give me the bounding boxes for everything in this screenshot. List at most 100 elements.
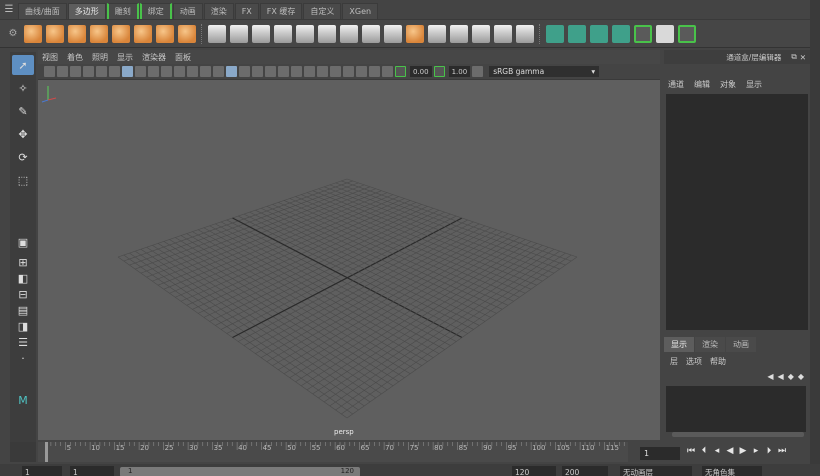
tab-xgen[interactable]: XGen (342, 3, 379, 19)
safe-title-icon[interactable] (200, 66, 211, 77)
menu-layers[interactable]: 层 (670, 356, 678, 367)
tab-fx[interactable]: FX (234, 3, 259, 19)
scale-tool-icon[interactable]: ⬚ (12, 170, 34, 190)
menu-object[interactable]: 对象 (720, 79, 736, 90)
bridge-icon[interactable] (384, 24, 402, 43)
lasso-tool-icon[interactable]: ✧ (12, 78, 34, 98)
close-icon[interactable]: ✕ (800, 53, 806, 62)
uv-editor-icon[interactable] (634, 24, 652, 43)
uv-cylindrical-icon[interactable] (568, 24, 586, 43)
poly-prism-icon[interactable] (156, 24, 174, 43)
poly-torus-icon[interactable] (134, 24, 152, 43)
menu-help[interactable]: 帮助 (710, 356, 726, 367)
tab-display-layers[interactable]: 显示 (664, 337, 694, 352)
insert-edge-loop-icon[interactable] (428, 24, 446, 43)
tab-fx-caching[interactable]: FX 缓存 (259, 3, 303, 19)
multi-cut-icon[interactable] (340, 24, 358, 43)
uv-planar-icon[interactable] (546, 24, 564, 43)
view-transform-dropdown[interactable]: sRGB gamma ▾ (489, 66, 600, 77)
uv-spherical-icon[interactable] (590, 24, 608, 43)
anim-layer-dropdown[interactable]: 无动画层 (620, 466, 692, 476)
merge-icon[interactable] (472, 24, 490, 43)
menu-channels[interactable]: 通道 (668, 79, 684, 90)
bookmark-icon[interactable] (70, 66, 81, 77)
xray-joints-icon[interactable] (369, 66, 380, 77)
select-camera-icon[interactable] (44, 66, 55, 77)
select-tool-icon[interactable]: ➚ (12, 55, 34, 75)
range-slider[interactable]: 1 120 (120, 467, 360, 476)
poly-cone-icon[interactable] (90, 24, 108, 43)
camera-attributes-icon[interactable] (57, 66, 68, 77)
menu-show[interactable]: 显示 (117, 52, 133, 63)
scene-start-field[interactable]: 1 (22, 466, 62, 476)
tab-rendering[interactable]: 渲染 (203, 3, 234, 19)
shelf-settings-icon[interactable]: ⚙ (4, 28, 22, 39)
new-layer-icon[interactable]: ◆ (788, 372, 794, 381)
grid-toggle-icon[interactable] (122, 66, 133, 77)
playback-end-field[interactable]: 120 (512, 466, 556, 476)
tab-custom[interactable]: 自定义 (303, 3, 342, 19)
current-frame-field[interactable]: 1 (640, 447, 680, 460)
2d-pan-zoom-icon[interactable] (96, 66, 107, 77)
tab-anim-layers[interactable]: 动画 (726, 337, 756, 352)
menu-lighting[interactable]: 照明 (92, 52, 108, 63)
scene-end-field[interactable]: 200 (562, 466, 608, 476)
bevel-icon[interactable] (406, 24, 424, 43)
poly-cylinder-icon[interactable] (68, 24, 86, 43)
outliner-layout-icon[interactable]: ☰ (12, 335, 34, 349)
grease-pencil-icon[interactable] (109, 66, 120, 77)
uv-tool-icon[interactable] (678, 24, 696, 43)
use-all-lights-icon[interactable] (265, 66, 276, 77)
go-to-end-icon[interactable]: ⏭ (777, 446, 787, 456)
poly-pipe-icon[interactable] (178, 24, 196, 43)
offset-edge-loop-icon[interactable] (450, 24, 468, 43)
gamma-field[interactable]: 1.00 (448, 66, 471, 77)
exposure-toggle-icon[interactable] (395, 66, 406, 77)
tab-curves-surfaces[interactable]: 曲线/曲面 (18, 3, 67, 19)
hypershade-layout-icon[interactable]: ▤ (12, 303, 34, 317)
motion-blur-icon[interactable] (304, 66, 315, 77)
custom-layout-icon[interactable]: · (12, 351, 34, 365)
xray-icon[interactable] (356, 66, 367, 77)
tab-polygons[interactable]: 多边形 (67, 3, 106, 19)
move-layer-up-icon[interactable]: ◀ (767, 372, 773, 381)
shelf-menu-icon[interactable]: ☰ (0, 0, 18, 19)
separate-icon[interactable] (230, 24, 248, 43)
poly-cube-icon[interactable] (46, 24, 64, 43)
depth-of-field-icon[interactable] (330, 66, 341, 77)
poly-plane-icon[interactable] (112, 24, 130, 43)
combine-icon[interactable] (208, 24, 226, 43)
character-set-dropdown[interactable]: 无角色集 (702, 466, 762, 476)
exposure-field[interactable]: 0.00 (410, 66, 432, 77)
playback-start-field[interactable]: 1 (70, 466, 114, 476)
layer-list-scrollbar[interactable] (672, 432, 804, 437)
menu-edit[interactable]: 编辑 (694, 79, 710, 90)
perspective-viewport[interactable]: persp (38, 80, 660, 440)
default-material-icon[interactable] (239, 66, 250, 77)
rotate-tool-icon[interactable]: ⟳ (12, 147, 34, 167)
safe-action-icon[interactable] (187, 66, 198, 77)
current-frame-marker[interactable] (45, 442, 48, 462)
four-view-layout-icon[interactable]: ⊞ (12, 255, 34, 269)
menu-show-cb[interactable]: 显示 (746, 79, 762, 90)
tab-animation[interactable]: 动画 (172, 3, 203, 19)
tab-render-layers[interactable]: 渲染 (695, 337, 725, 352)
poly-sphere-icon[interactable] (24, 24, 42, 43)
resolution-gate-icon[interactable] (148, 66, 159, 77)
play-forward-icon[interactable]: ▶ (738, 446, 748, 456)
single-perspective-layout-icon[interactable]: ▣ (12, 232, 34, 252)
anti-aliasing-icon[interactable] (317, 66, 328, 77)
menu-panels[interactable]: 面板 (175, 52, 191, 63)
extrude-icon[interactable] (362, 24, 380, 43)
fill-hole-icon[interactable] (516, 24, 534, 43)
step-forward-key-icon[interactable]: ▸ (751, 446, 761, 456)
persp-uv-layout-icon[interactable]: ◨ (12, 319, 34, 333)
menu-view[interactable]: 视图 (42, 52, 58, 63)
float-icon[interactable]: ⧉ (791, 52, 796, 62)
menu-renderer[interactable]: 渲染器 (142, 52, 166, 63)
gate-mask-icon[interactable] (161, 66, 172, 77)
shadows-icon[interactable] (278, 66, 289, 77)
channel-list[interactable] (666, 94, 808, 330)
checker-icon[interactable] (656, 24, 674, 43)
isolate-select-icon[interactable] (343, 66, 354, 77)
